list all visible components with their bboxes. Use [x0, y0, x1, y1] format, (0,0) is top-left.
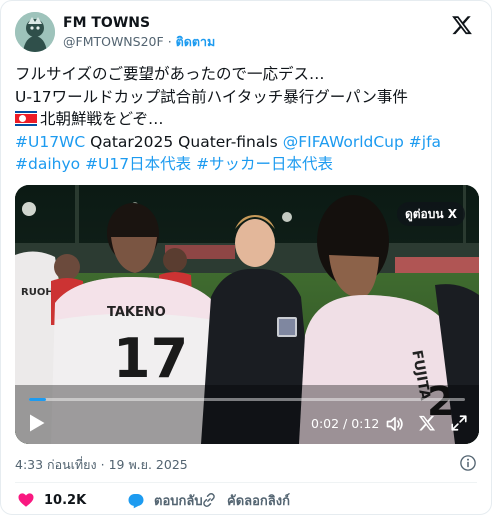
like-button[interactable]: 10.2K	[17, 489, 86, 511]
video-controls: 0:02 / 0:12	[15, 404, 479, 444]
follow-button[interactable]: ติดตาม	[176, 34, 216, 49]
meta-separator: ·	[100, 457, 105, 472]
video-progress-bar[interactable]	[29, 398, 465, 401]
tweet-time[interactable]: 4:33 ก่อนเที่ยง	[15, 457, 97, 472]
link-icon	[203, 493, 215, 507]
north-korea-flag-icon	[15, 111, 37, 126]
hashtag-soccer-japan[interactable]: #サッカー日本代表	[196, 155, 333, 173]
watch-on-x-button[interactable]: ดูต่อบน X	[396, 202, 465, 226]
info-icon[interactable]	[459, 454, 477, 472]
hashtag-u17-japan[interactable]: #U17日本代表	[85, 155, 191, 173]
fullscreen-icon[interactable]	[450, 414, 468, 432]
avatar[interactable]	[15, 12, 55, 52]
tweet-line-1: フルサイズのご要望があったので一応デス…	[15, 65, 325, 83]
reply-icon	[128, 494, 144, 509]
hashtag-line-1: #U17WC Qatar2025 Quater-finals @FIFAWorl…	[15, 131, 479, 154]
copy-link-label: คัดลอกลิงก์	[227, 493, 290, 509]
tweet-line-2: U-17ワールドカップ試合前ハイタッチ暴行グーパン事件	[15, 87, 408, 106]
heart-icon	[18, 493, 34, 507]
tweet-text: フルサイズのご要望があったので一応デス… U-17ワールドカップ試合前ハイタッチ…	[15, 63, 479, 176]
tweet-date[interactable]: 19 พ.ย. 2025	[109, 457, 188, 472]
x-logo-icon[interactable]	[451, 14, 473, 36]
video-progress-fill	[29, 398, 47, 401]
hashtag-u17wc[interactable]: #U17WC	[15, 133, 85, 151]
author-handle-row: @FMTOWNS20F · ติดตาม	[63, 33, 215, 51]
video-time: 0:02 / 0:12	[311, 416, 380, 431]
tweet-meta: 4:33 ก่อนเที่ยง · 19 พ.ย. 2025	[15, 457, 188, 473]
hashtag-jfa[interactable]: #jfa	[409, 133, 441, 151]
tweet-card: FM TOWNS @FMTOWNS20F · ติดตาม フルサイズのご要望が…	[0, 0, 492, 515]
author-handle[interactable]: @FMTOWNS20F	[63, 34, 164, 49]
volume-icon[interactable]	[385, 414, 405, 434]
reply-button[interactable]: ตอบกลับ	[127, 489, 203, 511]
video-player[interactable]: RUOH TAKENO 17 FUJITA 2 ดูต่อบน X 0:02 /…	[15, 185, 479, 444]
author-name[interactable]: FM TOWNS	[63, 15, 215, 32]
tweet-text-qatar: Qatar2025 Quater-finals	[90, 132, 278, 151]
play-icon[interactable]	[28, 413, 46, 433]
tweet-header: FM TOWNS @FMTOWNS20F · ติดตาม	[15, 11, 477, 55]
reply-label: ตอบกลับ	[154, 493, 203, 509]
divider	[15, 482, 477, 483]
jersey-left-name: TAKENO	[107, 305, 166, 320]
like-count: 10.2K	[44, 492, 87, 508]
mention-fifaworldcup[interactable]: @FIFAWorldCup	[283, 133, 404, 151]
hashtag-line-2: #daihyo #U17日本代表 #サッカー日本代表	[15, 153, 479, 176]
copy-link-button[interactable]: คัดลอกลิงก์	[200, 489, 290, 511]
separator-dot: ·	[167, 34, 172, 49]
jersey-left-number: 17	[113, 327, 188, 390]
x-logo-control-icon[interactable]	[418, 414, 436, 432]
author-block: FM TOWNS @FMTOWNS20F · ติดตาม	[63, 15, 215, 51]
jersey-far-left-name: RUOH	[21, 287, 54, 298]
tweet-line-3: 北朝鮮戦をどぞ…	[40, 110, 164, 128]
tweet-actions: 10.2K ตอบกลับ คัดลอกลิงก์	[15, 489, 477, 511]
avatar-image	[15, 12, 55, 52]
tweet-line-3-wrap: 北朝鮮戦をどぞ…	[15, 108, 479, 131]
hashtag-daihyo[interactable]: #daihyo	[15, 155, 80, 173]
